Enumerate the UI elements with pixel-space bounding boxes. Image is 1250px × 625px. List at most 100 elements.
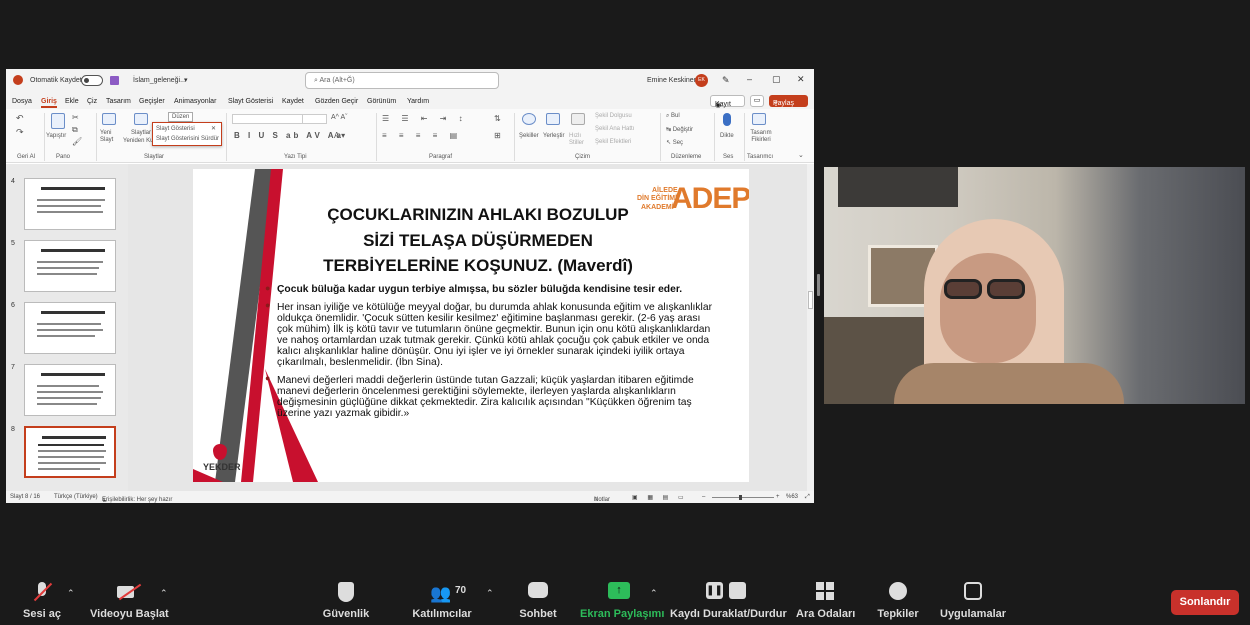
layout-button[interactable]: Düzen <box>168 112 194 122</box>
split-handle[interactable] <box>817 274 820 296</box>
format-painter-icon[interactable]: 🖌 <box>72 137 82 146</box>
thumbnail-number: 5 <box>11 240 15 247</box>
language-status[interactable]: Türkçe (Türkiye) <box>54 494 98 500</box>
zoom-out-icon[interactable]: – <box>702 494 705 500</box>
video-options-chevron-icon[interactable]: ⌃ <box>160 588 168 599</box>
font-format-buttons[interactable]: B I U S ab AV Aa <box>234 131 344 140</box>
font-color-icon[interactable]: A ▾ <box>334 131 345 140</box>
zoom-level[interactable]: %63 <box>786 494 798 500</box>
tab-tasarim[interactable]: Tasarım <box>106 98 131 105</box>
audio-options-chevron-icon[interactable]: ⌃ <box>67 588 75 599</box>
tab-dosya[interactable]: Dosya <box>12 98 32 105</box>
dictate-button[interactable]: Dikte <box>720 133 734 139</box>
reuse-slides-icon[interactable] <box>134 113 148 125</box>
zoom-slider[interactable] <box>712 497 774 498</box>
security-button[interactable]: Güvenlik <box>322 582 370 620</box>
chat-button[interactable]: Sohbet <box>516 582 560 620</box>
pen-icon[interactable]: ✎ <box>722 75 730 86</box>
tab-giris[interactable]: Giriş <box>41 98 57 108</box>
reactions-button[interactable]: Tepkiler <box>876 582 920 620</box>
list-buttons[interactable]: ☰ ☰ ⇤ ⇥ ↕ <box>382 114 468 123</box>
share-button[interactable]: ⇪ Paylaş <box>769 95 808 108</box>
slide-thumbnail-selected[interactable] <box>24 426 116 478</box>
tab-kaydet[interactable]: Kaydet <box>282 98 304 105</box>
fit-slide-icon[interactable]: ⤢ <box>805 494 810 501</box>
share-options-chevron-icon[interactable]: ⌃ <box>650 588 658 599</box>
tab-animasyonlar[interactable]: Animasyonlar <box>174 98 216 105</box>
unmute-button[interactable]: Sesi aç <box>22 582 62 620</box>
paste-icon[interactable] <box>51 113 65 129</box>
slide-thumbnail[interactable] <box>24 178 116 230</box>
shape-effects-button[interactable]: Şekil Efektleri <box>595 139 631 145</box>
paragraph-group-label: Paragraf <box>429 154 453 160</box>
reuse-label[interactable]: Yeniden Ku <box>123 138 153 144</box>
tab-yardim[interactable]: Yardım <box>407 98 429 105</box>
tab-gozden-gecir[interactable]: Gözden Geçir <box>315 98 358 105</box>
align-buttons[interactable]: ≡ ≡ ≡ ≡ ▤ <box>382 131 462 140</box>
tab-gorunum[interactable]: Görünüm <box>367 98 396 105</box>
arrange-button[interactable]: Yerleştir <box>543 133 564 139</box>
canvas-scroll-thumb[interactable] <box>808 291 813 309</box>
font-grow-icon[interactable]: A^ Aˇ <box>331 114 348 121</box>
zoom-slider-thumb[interactable] <box>739 495 742 500</box>
ribbon-collapse-icon[interactable]: ⌄ <box>798 151 804 159</box>
paste-button[interactable]: Yapıştır <box>46 133 66 139</box>
tab-gecisler[interactable]: Geçişler <box>139 98 165 105</box>
new-slide-icon[interactable] <box>102 113 116 125</box>
close-button[interactable]: ✕ <box>797 74 805 85</box>
share-screen-button[interactable]: ↑ Ekran Paylaşımı <box>580 582 664 620</box>
start-video-button[interactable]: Videoyu Başlat <box>90 582 169 620</box>
shapes-icon[interactable] <box>522 113 536 125</box>
slide-thumbnail[interactable] <box>24 240 116 292</box>
search-input[interactable]: ⌕ Ara (Alt+Ğ) <box>305 72 499 89</box>
file-name[interactable]: İslam_geleneği... <box>133 77 186 84</box>
shapes-button[interactable]: Şekiller <box>519 133 539 139</box>
user-name[interactable]: Emine Keskiner <box>647 77 696 84</box>
breakout-rooms-button[interactable]: Ara Odaları <box>796 582 855 620</box>
participants-button[interactable]: 👥 70 Katılımcılar <box>411 582 473 620</box>
avatar[interactable]: EK <box>695 74 708 87</box>
copy-icon[interactable]: ⧉ <box>72 125 78 135</box>
zoom-in-icon[interactable]: + <box>776 494 780 500</box>
convert-smartart-icon[interactable]: ⊞ <box>494 131 501 140</box>
slideshow-continue-link[interactable]: Slayt Gösterisini Sürdür <box>156 136 219 142</box>
slide-thumbnail[interactable] <box>24 364 116 416</box>
apps-button[interactable]: Uygulamalar <box>940 582 1006 620</box>
tooltip-close-icon[interactable]: ✕ <box>211 125 216 132</box>
select-button[interactable]: ↖ Seç <box>666 139 683 146</box>
end-meeting-button[interactable]: Sonlandır <box>1171 590 1239 615</box>
font-size-select[interactable] <box>302 114 327 124</box>
canvas-scrollbar[interactable] <box>807 164 814 492</box>
cut-icon[interactable]: ✂ <box>72 113 79 122</box>
designer-button[interactable]: Tasarım Fikirleri <box>748 130 774 144</box>
chat-icon <box>528 582 548 598</box>
tab-ciz[interactable]: Çiz <box>87 98 97 105</box>
save-icon[interactable] <box>110 76 119 85</box>
autosave-toggle[interactable] <box>81 75 103 86</box>
arrange-icon[interactable] <box>546 113 560 125</box>
view-buttons[interactable]: ▣ ▦ ▤ ▭ <box>632 494 688 501</box>
quick-styles-icon[interactable] <box>571 113 585 125</box>
shape-fill-button[interactable]: Şekil Dolgusu <box>595 113 632 119</box>
quick-styles-button[interactable]: Hızlı Stiller <box>569 133 587 147</box>
microphone-icon[interactable] <box>723 113 731 126</box>
text-direction-icon[interactable]: ⇅ <box>494 114 501 123</box>
find-button[interactable]: ⌕ Bul <box>666 113 680 120</box>
slide-thumbnail[interactable] <box>24 302 116 354</box>
maximize-button[interactable]: ▢ <box>772 74 781 85</box>
new-slide-button[interactable]: Yeni Slayt <box>100 130 118 144</box>
shape-outline-button[interactable]: Şekil Ana Hattı <box>595 126 634 132</box>
participants-options-chevron-icon[interactable]: ⌃ <box>486 588 494 599</box>
bullet-icon: ● <box>265 373 271 383</box>
record-pause-stop-button[interactable]: ❚❚ Kaydı Duraklat/Durdur <box>670 582 787 620</box>
file-dropdown-icon[interactable]: ▾ <box>184 76 188 84</box>
minimize-button[interactable]: – <box>747 74 752 84</box>
redo-icon[interactable]: ↷ <box>16 127 24 138</box>
undo-icon[interactable]: ↶ <box>16 113 24 124</box>
comments-icon[interactable]: ▭ <box>750 95 764 107</box>
replace-button[interactable]: ↹ Değiştir <box>666 126 693 133</box>
designer-icon[interactable] <box>752 113 766 125</box>
tab-slayt-gosterisi[interactable]: Slayt Gösterisi <box>228 98 273 105</box>
record-button[interactable]: ◉ Kayıt <box>710 95 745 109</box>
tab-ekle[interactable]: Ekle <box>65 98 79 105</box>
